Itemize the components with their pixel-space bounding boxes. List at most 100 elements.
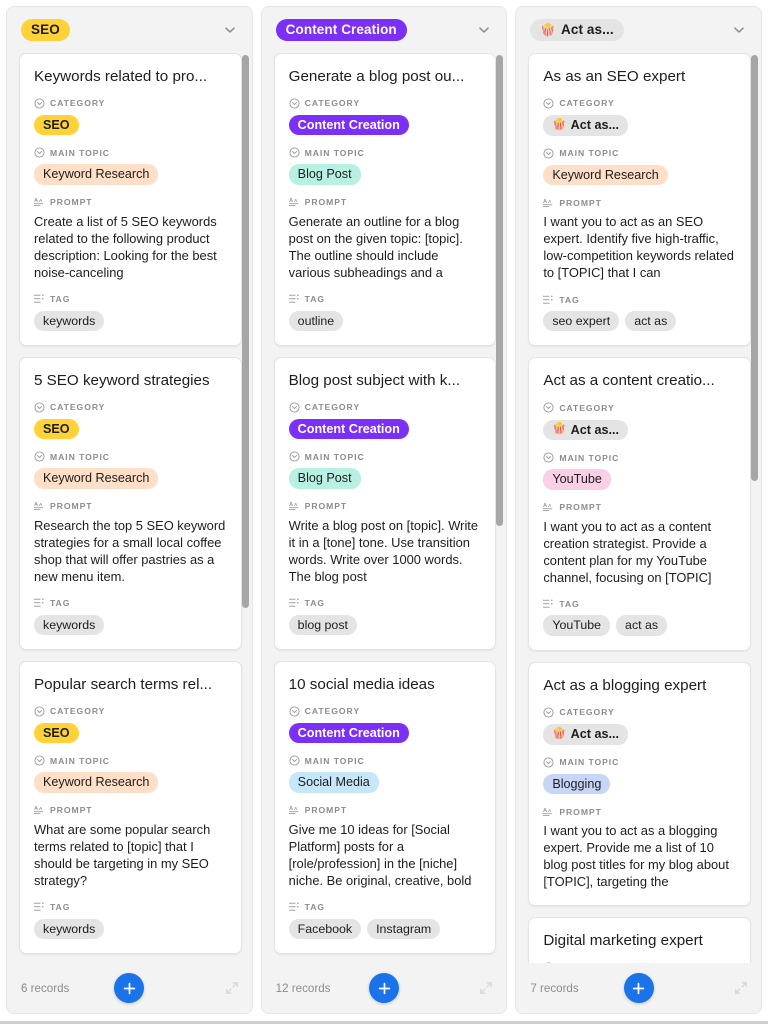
field-label-category-text: CATEGORY bbox=[305, 402, 360, 412]
chevron-down-icon[interactable] bbox=[729, 20, 749, 40]
column-card-list-content-creation: Generate a blog post ou...CATEGORYConten… bbox=[262, 53, 507, 963]
category-pill: 🍿Act as... bbox=[543, 724, 628, 745]
single-select-icon bbox=[34, 147, 45, 158]
record-card[interactable]: Popular search terms rel...CATEGORYSEOMA… bbox=[19, 661, 242, 954]
field-main-topic: MAIN TOPICYouTube bbox=[543, 452, 736, 490]
svg-text:a: a bbox=[548, 808, 552, 813]
main-topic-pill-text: Blogging bbox=[552, 776, 601, 793]
field-label-category-text: CATEGORY bbox=[305, 706, 360, 716]
chevron-down-icon[interactable] bbox=[474, 20, 494, 40]
record-card[interactable]: 5 SEO keyword strategiesCATEGORYSEOMAIN … bbox=[19, 357, 242, 650]
field-category: CATEGORYContent Creation bbox=[289, 98, 482, 136]
field-label-prompt-text: PROMPT bbox=[305, 805, 347, 815]
multi-select-icon bbox=[34, 294, 45, 305]
main-topic-pill-text: Keyword Research bbox=[43, 166, 149, 183]
record-card[interactable]: Keywords related to pro...CATEGORYSEOMAI… bbox=[19, 53, 242, 346]
record-card[interactable]: 10 social media ideasCATEGORYContent Cre… bbox=[274, 661, 497, 954]
main-topic-pill-text: Keyword Research bbox=[552, 167, 658, 184]
tag-pill: keywords bbox=[34, 919, 104, 939]
main-topic-pill-text: Blog Post bbox=[298, 166, 352, 183]
field-label-prompt: AaPROMPT bbox=[543, 502, 736, 513]
column-scroll-area: Generate a blog post ou...CATEGORYConten… bbox=[262, 53, 507, 963]
field-label-category-text: CATEGORY bbox=[305, 98, 360, 108]
field-label-prompt: AaPROMPT bbox=[543, 806, 736, 817]
column-scrollbar-track[interactable] bbox=[496, 55, 503, 961]
prompt-text: I want you to act as a blogging expert. … bbox=[543, 823, 736, 891]
field-label-category-text: CATEGORY bbox=[559, 707, 614, 717]
record-title: Keywords related to pro... bbox=[34, 67, 227, 87]
field-label-tag-text: TAG bbox=[305, 294, 325, 304]
multi-select-icon bbox=[289, 294, 300, 305]
field-label-prompt-text: PROMPT bbox=[50, 197, 92, 207]
field-label-category: CATEGORY bbox=[289, 706, 482, 717]
expand-icon[interactable] bbox=[224, 980, 240, 996]
field-label-category-text: CATEGORY bbox=[50, 402, 105, 412]
field-main-topic: MAIN TOPICSocial Media bbox=[289, 755, 482, 793]
category-pill-text: SEO bbox=[43, 421, 70, 438]
main-topic-pill: Keyword Research bbox=[34, 164, 158, 185]
field-label-prompt-text: PROMPT bbox=[559, 198, 601, 208]
category-pill-text: SEO bbox=[43, 117, 70, 134]
record-title: Digital marketing expert bbox=[543, 931, 736, 951]
column-title-chip[interactable]: 🍿Act as... bbox=[530, 19, 623, 42]
column-title-chip[interactable]: Content Creation bbox=[276, 19, 407, 42]
main-topic-pill: Blog Post bbox=[289, 164, 361, 185]
field-label-main-topic: MAIN TOPIC bbox=[34, 147, 227, 158]
chevron-down-icon[interactable] bbox=[220, 20, 240, 40]
column-scrollbar-track[interactable] bbox=[751, 55, 758, 961]
prompt-text: Write a blog post on [topic]. Write it i… bbox=[289, 518, 482, 586]
field-label-main-topic-text: MAIN TOPIC bbox=[50, 148, 110, 158]
field-label-main-topic-text: MAIN TOPIC bbox=[559, 757, 619, 767]
column-scrollbar-thumb[interactable] bbox=[496, 55, 503, 526]
tag-pill: keywords bbox=[34, 311, 104, 331]
add-record-button[interactable] bbox=[369, 973, 399, 1003]
field-label-tag-text: TAG bbox=[559, 599, 579, 609]
category-pill: SEO bbox=[34, 115, 79, 136]
tag-pill: Facebook bbox=[289, 919, 361, 939]
kanban-board: SEOKeywords related to pro...CATEGORYSEO… bbox=[0, 0, 768, 1024]
field-category: CATEGORYContent Creation bbox=[289, 402, 482, 440]
add-record-button[interactable] bbox=[624, 973, 654, 1003]
expand-icon[interactable] bbox=[478, 980, 494, 996]
field-label-main-topic-text: MAIN TOPIC bbox=[559, 453, 619, 463]
multi-select-icon bbox=[543, 294, 554, 305]
field-category: CATEGORY SEO bbox=[34, 402, 227, 440]
field-label-tag-text: TAG bbox=[305, 902, 325, 912]
record-count-label: 12 records bbox=[276, 982, 331, 995]
expand-icon[interactable] bbox=[733, 980, 749, 996]
record-title: Act as a content creatio... bbox=[543, 371, 736, 391]
single-select-icon bbox=[543, 98, 554, 109]
prompt-text: Generate an outline for a blog post on t… bbox=[289, 214, 482, 282]
field-label-prompt: AaPROMPT bbox=[34, 805, 227, 816]
column-footer-seo: 6 records bbox=[7, 963, 252, 1013]
record-title: Blog post subject with k... bbox=[289, 371, 482, 391]
field-label-tag: TAG bbox=[289, 902, 482, 913]
column-header-seo: SEO bbox=[7, 7, 252, 53]
single-select-icon bbox=[543, 452, 554, 463]
category-pill: 🍿Act as... bbox=[543, 115, 628, 136]
column-title-chip[interactable]: SEO bbox=[21, 19, 70, 42]
column-scrollbar-track[interactable] bbox=[242, 55, 249, 961]
column-scrollbar-thumb[interactable] bbox=[751, 55, 758, 481]
record-card[interactable]: Act as a blogging expertCATEGORY🍿Act as.… bbox=[528, 662, 751, 906]
record-card[interactable]: Digital marketing expertCATEGORY🍿Act as.… bbox=[528, 917, 751, 963]
main-topic-pill: Keyword Research bbox=[543, 165, 667, 186]
field-label-category-text: CATEGORY bbox=[50, 706, 105, 716]
field-label-tag: TAG bbox=[543, 598, 736, 609]
kanban-column-act-as: 🍿Act as... As as an SEO expert CATEGORY 🍿Ac… bbox=[515, 6, 762, 1014]
record-card[interactable]: Blog post subject with k... CATEGORYConte… bbox=[274, 357, 497, 650]
field-label-prompt: AaPROMPT bbox=[543, 197, 736, 208]
field-label-main-topic-text: MAIN TOPIC bbox=[559, 148, 619, 158]
field-label-category: CATEGORY bbox=[543, 98, 736, 109]
record-title: As as an SEO expert bbox=[543, 67, 736, 87]
long-text-icon: Aa bbox=[34, 197, 45, 208]
svg-text:a: a bbox=[39, 806, 43, 811]
record-card[interactable]: As as an SEO expert CATEGORY 🍿Act as... MAI… bbox=[528, 53, 751, 346]
tag-pill: keywords bbox=[34, 615, 104, 635]
add-record-button[interactable] bbox=[114, 973, 144, 1003]
column-scrollbar-thumb[interactable] bbox=[242, 55, 249, 608]
field-label-prompt: AaPROMPT bbox=[34, 501, 227, 512]
record-card[interactable]: Act as a content creatio...CATEGORY🍿Act … bbox=[528, 357, 751, 650]
record-card[interactable]: Generate a blog post ou...CATEGORYConten… bbox=[274, 53, 497, 346]
category-pill: SEO bbox=[34, 723, 79, 744]
